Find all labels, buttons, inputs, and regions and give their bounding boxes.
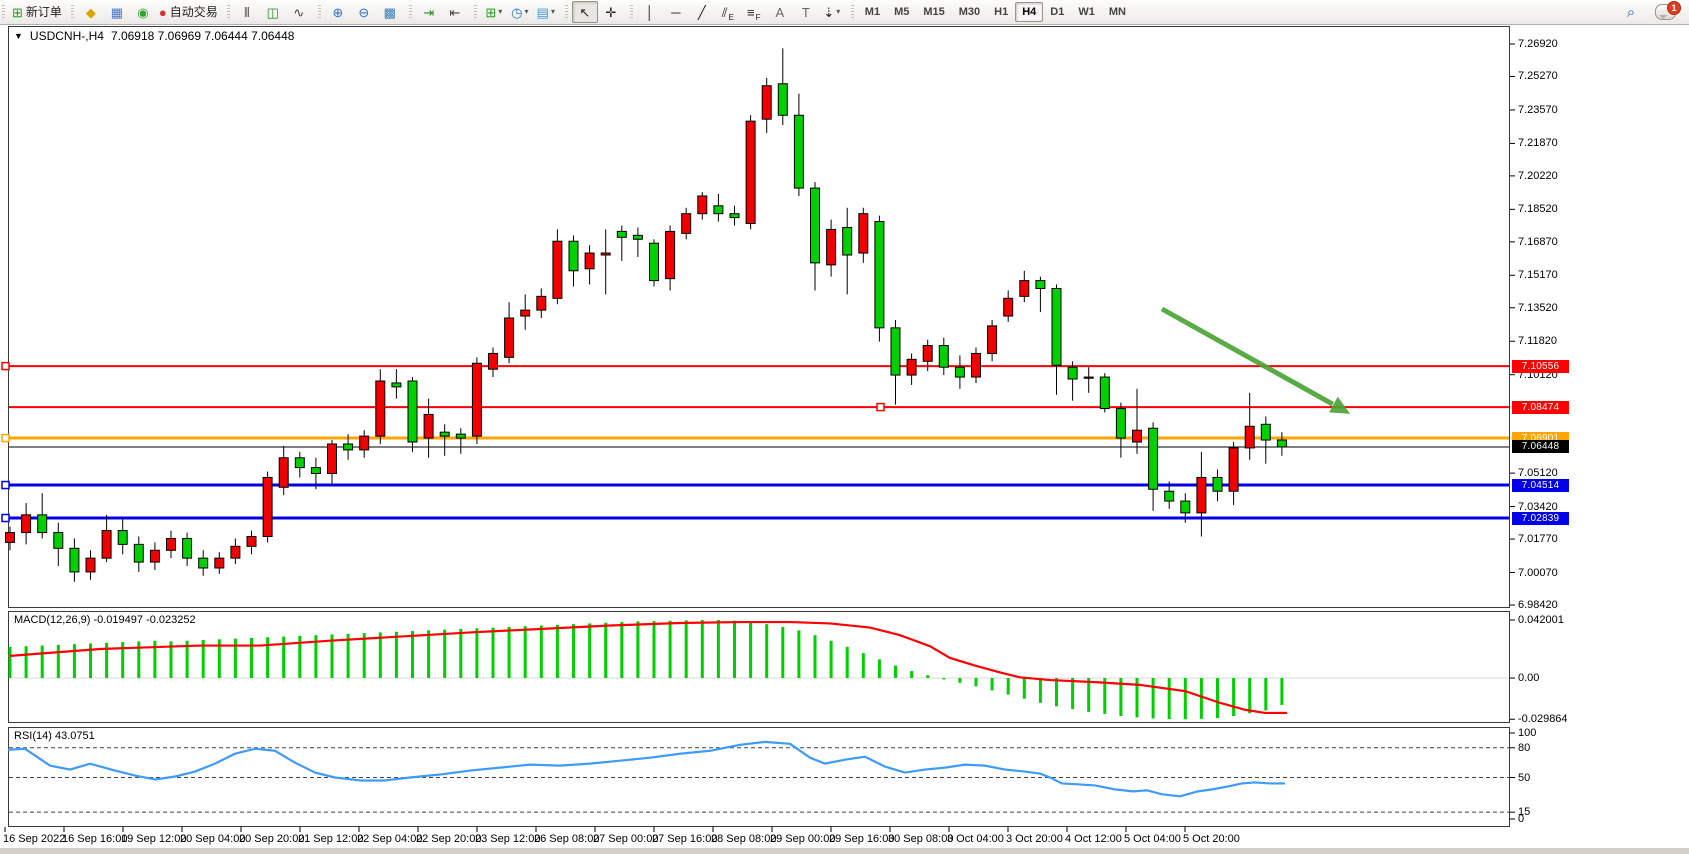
rsi-axis-tick: 80 — [1518, 742, 1530, 754]
date-axis-label: 3 Oct 04:00 — [947, 833, 1004, 845]
collapse-icon[interactable]: ▼ — [14, 31, 23, 41]
date-axis-label: 19 Sep 12:00 — [121, 833, 186, 845]
date-axis-label: 28 Sep 08:00 — [711, 833, 776, 845]
mt4-window: ⊞新订单◆▦◉●自动交易⫴◫∿⊕⊖▩⇥⇤⊞▾◷▾▤▾↖✛│─╱⫽E≡FAT⇣▾M… — [0, 0, 1689, 854]
macd-label: MACD(12,26,9) -0.019497 -0.023252 — [14, 614, 196, 626]
date-axis-label: 20 Sep 04:00 — [180, 833, 245, 845]
date-axis-label: 16 Sep 16:00 — [62, 833, 127, 845]
price-axis-tick: 7.21870 — [1518, 137, 1558, 149]
price-axis-tick: 7.13520 — [1518, 302, 1558, 314]
price-axis-tick: 7.15170 — [1518, 269, 1558, 281]
price-axis-tick: 7.20220 — [1518, 170, 1558, 182]
rsi-axis-tick: 100 — [1518, 727, 1536, 739]
date-axis-label: 16 Sep 2022 — [3, 833, 65, 845]
price-level-badge: 7.10556 — [1512, 360, 1569, 373]
date-axis-label: 20 Sep 20:00 — [239, 833, 304, 845]
macd-histogram-layer — [9, 620, 1284, 719]
price-level-badge: 7.04514 — [1512, 479, 1569, 492]
date-axis-label: 5 Oct 20:00 — [1183, 833, 1240, 845]
price-level-badge: 7.08474 — [1512, 401, 1569, 414]
date-axis-label: 21 Sep 12:00 — [298, 833, 363, 845]
price-axis-tick: 7.23570 — [1518, 104, 1558, 116]
current-price-badge: 7.06448 — [1512, 440, 1569, 453]
rsi-axis-tick: 50 — [1518, 772, 1530, 784]
trend-arrow — [1162, 309, 1350, 414]
macd-axis-tick: 0.00 — [1518, 672, 1539, 684]
price-level-badge: 7.02839 — [1512, 512, 1569, 525]
price-axis-tick: 7.11820 — [1518, 335, 1557, 347]
date-axis-label: 29 Sep 16:00 — [829, 833, 894, 845]
date-axis-label: 22 Sep 04:00 — [357, 833, 422, 845]
date-axis-label: 30 Sep 08:00 — [888, 833, 953, 845]
price-axis-tick: 7.26920 — [1518, 38, 1558, 50]
chart-title: ▼ USDCNH-,H4 7.06918 7.06969 7.06444 7.0… — [14, 29, 294, 43]
date-axis-label: 27 Sep 00:00 — [593, 833, 658, 845]
price-axis-tick: 7.05120 — [1518, 467, 1558, 479]
date-axis-label: 3 Oct 20:00 — [1006, 833, 1063, 845]
price-axis-tick: 7.01770 — [1518, 533, 1558, 545]
candles-layer — [6, 48, 1287, 581]
rsi-label: RSI(14) 43.0751 — [14, 730, 95, 742]
date-axis-label: 26 Sep 08:00 — [534, 833, 599, 845]
price-axis-tick: 6.98420 — [1518, 599, 1558, 611]
chart-canvas — [0, 0, 1689, 851]
date-axis-label: 5 Oct 04:00 — [1124, 833, 1181, 845]
price-axis-tick: 7.00070 — [1518, 567, 1558, 579]
date-axis-label: 22 Sep 20:00 — [416, 833, 481, 845]
date-axis-label: 4 Oct 12:00 — [1065, 833, 1122, 845]
chart-ohlc-values: 7.06918 7.06969 7.06444 7.06448 — [111, 29, 295, 43]
macd-axis-tick: 0.042001 — [1518, 614, 1564, 626]
macd-axis-tick: -0.029864 — [1518, 713, 1568, 725]
price-axis-tick: 7.25270 — [1518, 70, 1558, 82]
date-axis-label: 27 Sep 16:00 — [652, 833, 717, 845]
rsi-line — [8, 742, 1285, 796]
macd-signal-line — [10, 622, 1287, 713]
chart-symbol-period: USDCNH-,H4 — [30, 29, 104, 43]
date-axis-label: 29 Sep 00:00 — [770, 833, 835, 845]
price-axis-tick: 7.16870 — [1518, 236, 1558, 248]
price-axis-tick: 7.18520 — [1518, 203, 1558, 215]
rsi-axis-tick: 0 — [1518, 813, 1524, 825]
date-axis-label: 23 Sep 12:00 — [475, 833, 540, 845]
